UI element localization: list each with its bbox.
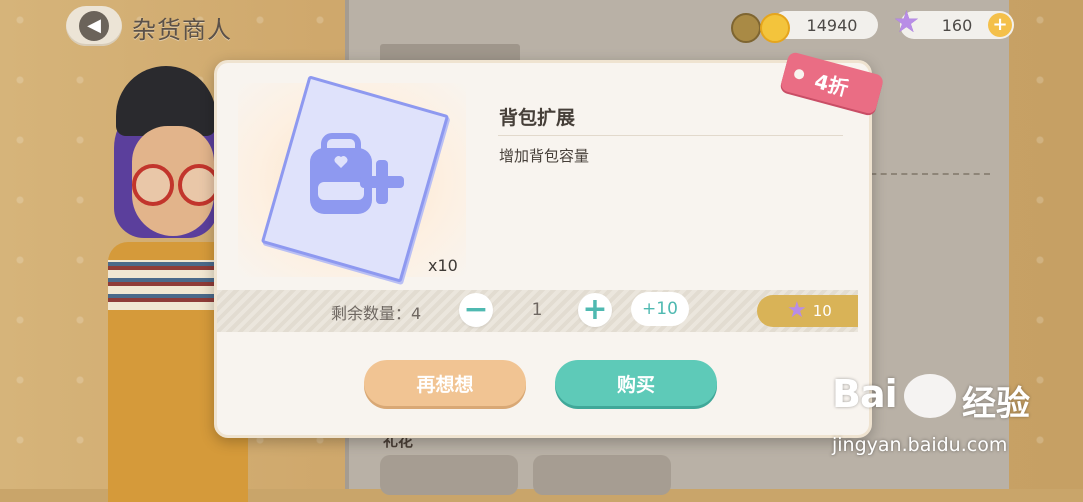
price-badge: ★ 10 xyxy=(757,295,858,327)
cancel-button[interactable]: 再想想 xyxy=(364,360,526,406)
shop-divider xyxy=(860,173,990,175)
paw-icon xyxy=(904,374,956,418)
item-divider xyxy=(498,135,843,136)
back-button[interactable]: ◀ xyxy=(66,6,122,46)
add-ten-button[interactable]: +10 xyxy=(631,292,689,326)
item-quantity: x10 xyxy=(428,256,458,275)
add-stars-button[interactable]: + xyxy=(988,13,1012,37)
watermark-url: jingyan.baidu.com xyxy=(832,434,1008,456)
item-description: 增加背包容量 xyxy=(499,147,590,165)
shop-item-card[interactable] xyxy=(533,455,671,495)
increase-quantity-button[interactable]: + xyxy=(578,293,612,327)
watermark-logo: Bai xyxy=(832,372,898,416)
decrease-quantity-button[interactable]: − xyxy=(459,293,493,327)
star-icon: ★ xyxy=(893,5,920,40)
character-glasses xyxy=(126,164,226,206)
plus-icon: + xyxy=(992,14,1008,35)
discount-label: 4折 xyxy=(812,68,852,101)
buy-button[interactable]: 购买 xyxy=(555,360,717,406)
selected-quantity: 1 xyxy=(531,300,543,320)
watermark: Bai 经验 jingyan.baidu.com xyxy=(832,372,1072,462)
coin-balance-value: 14940 xyxy=(806,15,858,35)
gold-coin-icon xyxy=(760,13,790,43)
item-name: 背包扩展 xyxy=(499,107,576,129)
price-star-icon: ★ xyxy=(787,298,807,323)
watermark-suffix: 经验 xyxy=(962,384,1030,424)
back-arrow-icon: ◀ xyxy=(79,11,109,41)
shop-item-card[interactable] xyxy=(380,455,518,495)
page-title: 杂货商人 xyxy=(132,16,232,44)
bronze-coin-icon xyxy=(731,13,761,43)
remaining-quantity-label: 剩余数量：4 xyxy=(331,304,422,323)
price-value: 10 xyxy=(812,302,832,320)
plus-icon: + xyxy=(582,292,608,327)
backpack-plus-icon xyxy=(310,133,404,214)
minus-icon: − xyxy=(463,292,489,327)
star-balance-value: 160 xyxy=(941,15,973,35)
